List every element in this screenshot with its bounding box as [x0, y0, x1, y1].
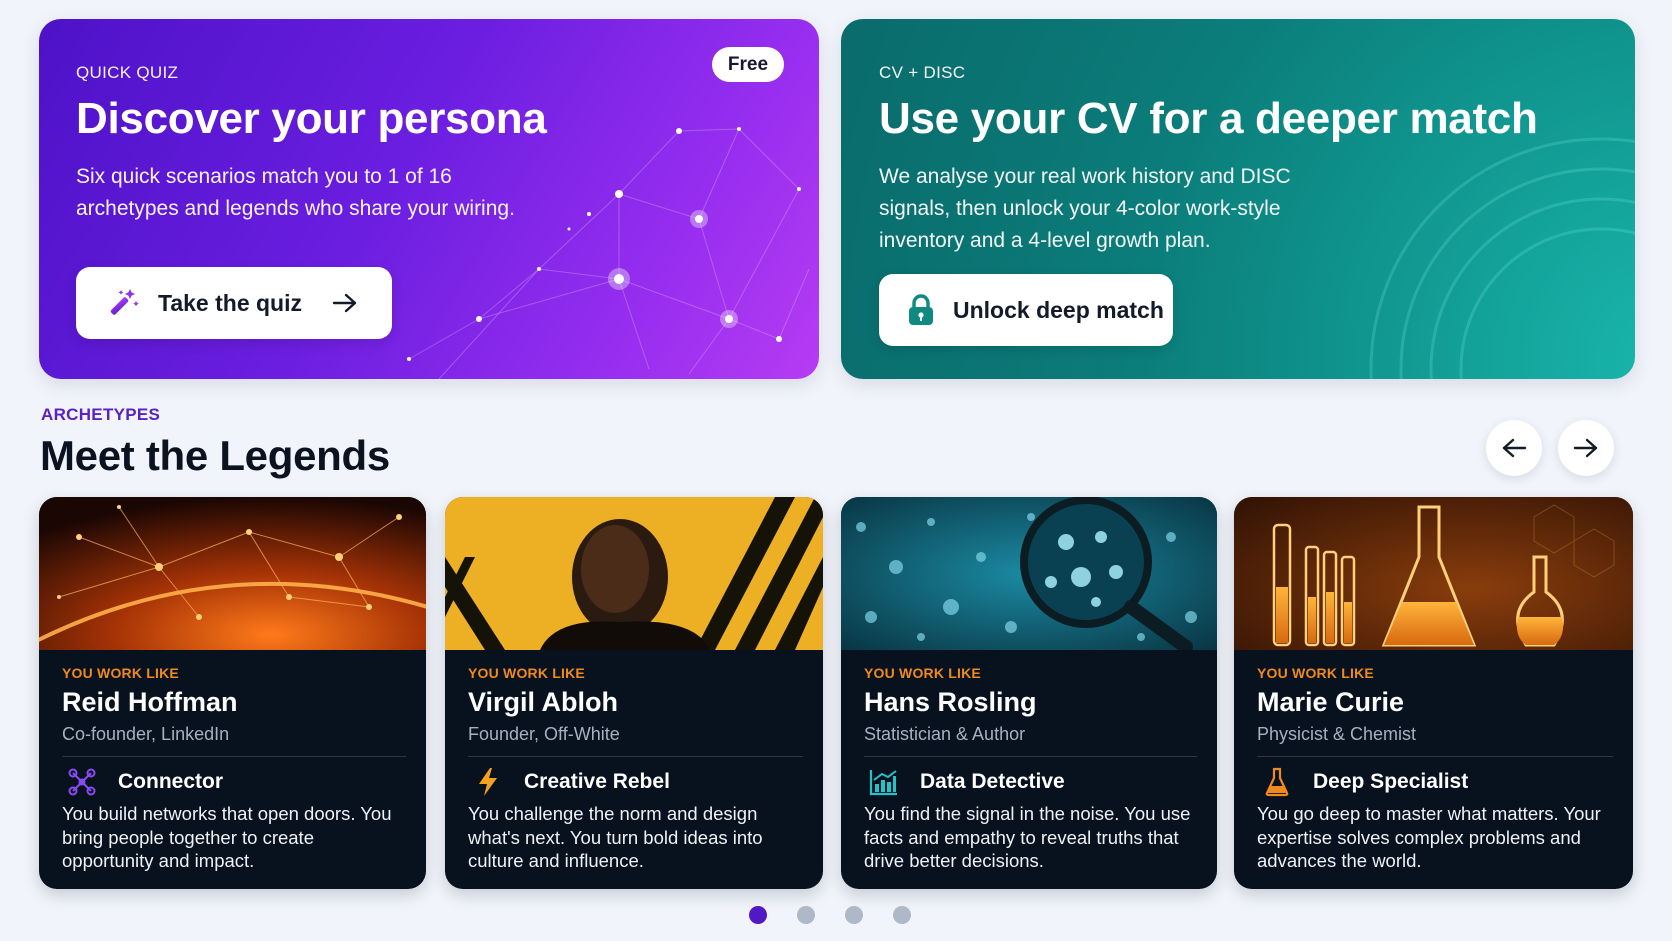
legend-card-reid-hoffman[interactable]: YOU WORK LIKE Reid Hoffman Co-founder, L…: [39, 497, 426, 889]
free-badge: Free: [712, 47, 784, 82]
legend-card-hans-rosling[interactable]: YOU WORK LIKE Hans Rosling Statistician …: [841, 497, 1217, 889]
cv-eyebrow: CV + DISC: [879, 63, 966, 82]
archetype-label: Connector: [118, 770, 223, 793]
archetype-label: Data Detective: [920, 770, 1065, 793]
carousel-pagination: [749, 906, 911, 924]
legend-card-marie-curie[interactable]: YOU WORK LIKE Marie Curie Physicist & Ch…: [1234, 497, 1633, 889]
card-divider: [62, 756, 406, 757]
unlock-deep-match-button[interactable]: Unlock deep match: [879, 274, 1173, 346]
card-divider: [468, 756, 803, 757]
quiz-promo-card: QUICK QUIZ Discover your persona Six qui…: [39, 19, 819, 379]
legend-role: Physicist & Chemist: [1257, 724, 1417, 744]
legend-role: Founder, Off-White: [468, 724, 620, 744]
pagination-dot-3[interactable]: [845, 906, 863, 924]
archetype-description: You go deep to master what matters. Your…: [1257, 803, 1601, 871]
legend-name: Hans Rosling: [864, 687, 1037, 717]
card-image-portrait: [445, 497, 823, 650]
lightning-icon: [472, 766, 504, 798]
pagination-dot-2[interactable]: [797, 906, 815, 924]
arrow-left-icon: [1501, 437, 1527, 459]
card-eyebrow: YOU WORK LIKE: [864, 665, 981, 681]
carousel-next-button[interactable]: [1558, 420, 1614, 476]
card-eyebrow: YOU WORK LIKE: [468, 665, 585, 681]
cv-title: Use your CV for a deeper match: [879, 94, 1538, 143]
legend-card-virgil-abloh[interactable]: YOU WORK LIKE Virgil Abloh Founder, Off-…: [445, 497, 823, 889]
archetype-label: Deep Specialist: [1313, 770, 1469, 793]
section-title: Meet the Legends: [40, 432, 390, 479]
legend-name: Virgil Abloh: [468, 687, 619, 717]
archetype-description: You challenge the norm and design what's…: [468, 803, 763, 871]
card-image-network-globe: [39, 497, 426, 650]
arrow-right-icon: [332, 292, 358, 314]
legend-name: Marie Curie: [1257, 687, 1405, 717]
quiz-eyebrow: QUICK QUIZ: [76, 63, 179, 82]
pagination-dot-4[interactable]: [893, 906, 911, 924]
flask-icon: [1261, 766, 1293, 798]
cv-description: We analyse your real work history and DI…: [879, 164, 1291, 252]
legend-name: Reid Hoffman: [62, 687, 238, 717]
unlock-deep-match-label: Unlock deep match: [953, 296, 1164, 323]
card-eyebrow: YOU WORK LIKE: [1257, 665, 1374, 681]
quiz-title: Discover your persona: [76, 94, 547, 143]
arrow-right-icon: [1573, 437, 1599, 459]
network-icon: [66, 766, 98, 798]
magic-wand-icon: [106, 286, 140, 320]
archetype-description: You build networks that open doors. You …: [62, 803, 392, 871]
section-eyebrow: ARCHETYPES: [41, 405, 161, 424]
quiz-description: Six quick scenarios match you to 1 of 16…: [76, 164, 515, 220]
card-image-magnifier-droplets: [841, 497, 1217, 650]
legend-role: Co-founder, LinkedIn: [62, 724, 230, 744]
archetype-description: You find the signal in the noise. You us…: [864, 803, 1191, 871]
card-image-lab-glassware: [1234, 497, 1633, 650]
lock-icon: [907, 294, 935, 326]
card-divider: [864, 756, 1197, 757]
legend-role: Statistician & Author: [864, 724, 1026, 744]
card-divider: [1257, 756, 1613, 757]
carousel-prev-button[interactable]: [1486, 420, 1542, 476]
cv-promo-card: CV + DISC Use your CV for a deeper match…: [841, 19, 1635, 379]
card-eyebrow: YOU WORK LIKE: [62, 665, 179, 681]
take-quiz-label: Take the quiz: [158, 289, 302, 316]
pagination-dot-1[interactable]: [749, 906, 767, 924]
take-quiz-button[interactable]: Take the quiz: [76, 267, 392, 339]
archetype-label: Creative Rebel: [524, 770, 670, 793]
chart-icon: [868, 766, 900, 798]
